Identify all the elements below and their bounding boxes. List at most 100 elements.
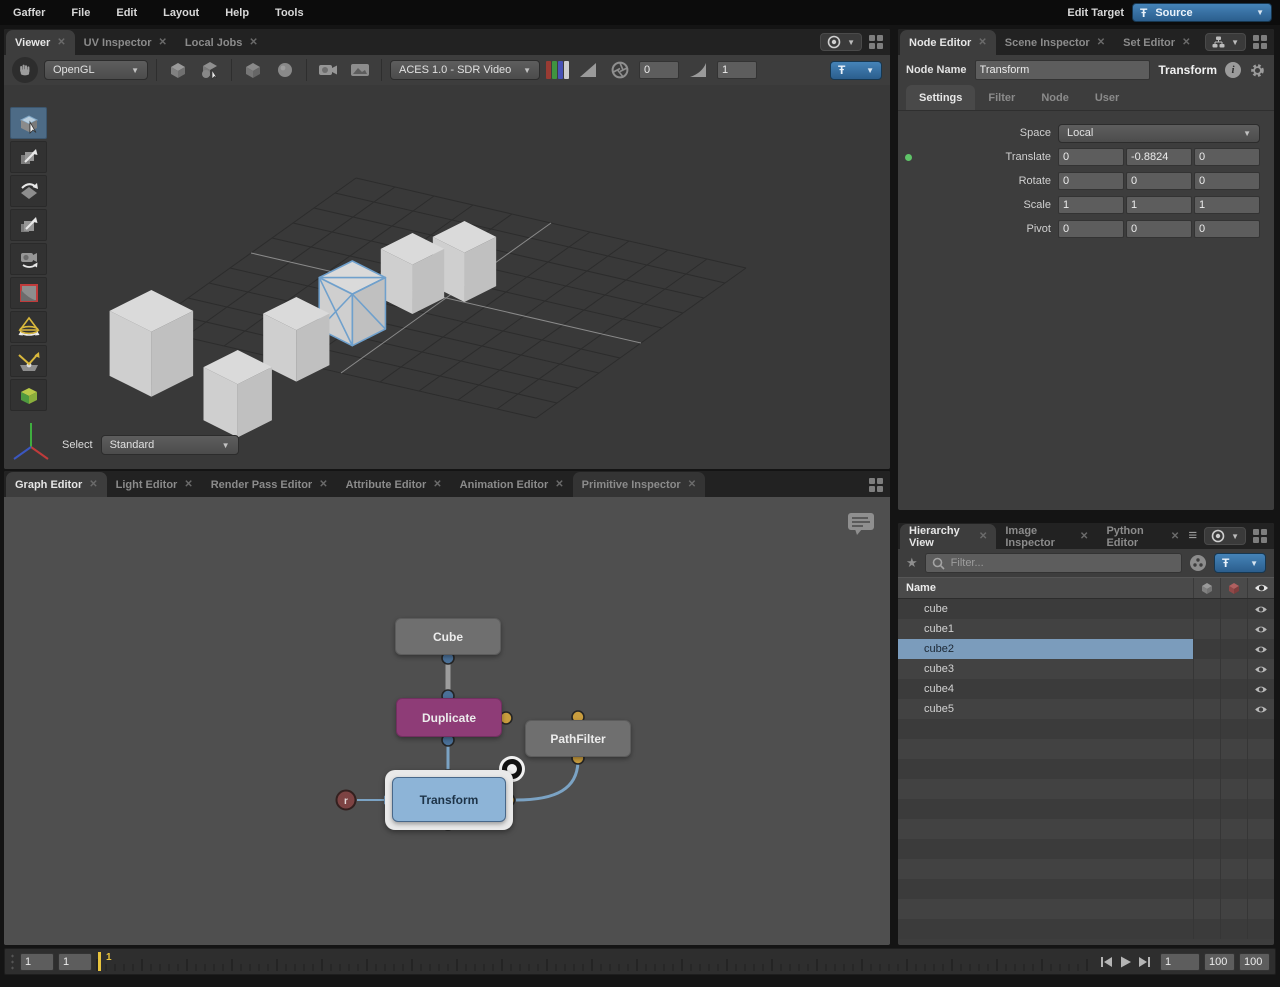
node-duplicate[interactable]: Duplicate — [396, 698, 502, 737]
exposure-icon[interactable] — [575, 58, 601, 82]
rotate-x-input[interactable] — [1058, 172, 1124, 190]
drawing-mode-wireframe-button[interactable] — [197, 58, 223, 82]
close-icon[interactable]: ✕ — [89, 479, 97, 490]
close-icon[interactable]: ✕ — [184, 479, 192, 490]
scale-y-input[interactable] — [1126, 196, 1192, 214]
table-row[interactable]: cube4 — [898, 679, 1274, 699]
menu-file[interactable]: File — [58, 7, 103, 19]
drawing-mode-solid-button[interactable] — [165, 58, 191, 82]
set-membership-icon[interactable] — [1189, 554, 1207, 572]
layout-grid-icon[interactable] — [869, 478, 884, 493]
close-icon[interactable]: ✕ — [249, 37, 257, 48]
cube-mesh[interactable] — [204, 350, 272, 437]
subtab-user[interactable]: User — [1082, 85, 1132, 110]
close-icon[interactable]: ✕ — [319, 479, 327, 490]
crop-window-tool-button[interactable] — [10, 277, 47, 309]
layout-grid-icon[interactable] — [1253, 35, 1268, 50]
menu-tools[interactable]: Tools — [262, 7, 317, 19]
scale-z-input[interactable] — [1194, 196, 1260, 214]
cube-mesh[interactable] — [381, 233, 444, 314]
display-transform-dropdown[interactable]: ACES 1.0 - SDR Video ▼ — [390, 60, 540, 80]
shading-mode-button[interactable] — [240, 58, 266, 82]
node-pathfilter[interactable]: PathFilter — [525, 720, 631, 757]
tab-set-editor[interactable]: Set Editor✕ — [1114, 30, 1199, 55]
tab-animation-editor[interactable]: Animation Editor✕ — [451, 472, 573, 497]
name-column-header[interactable]: Name — [898, 582, 1193, 594]
subtab-settings[interactable]: Settings — [906, 85, 975, 110]
tab-viewer[interactable]: Viewer ✕ — [6, 30, 75, 55]
channels-icon[interactable] — [546, 61, 569, 79]
visibility-toggle[interactable] — [1247, 639, 1274, 659]
table-row[interactable]: cube1 — [898, 619, 1274, 639]
tab-uv-inspector[interactable]: UV Inspector ✕ — [75, 30, 176, 55]
select-mode-dropdown[interactable]: Standard ▼ — [101, 435, 239, 455]
visibility-toggle[interactable] — [1247, 659, 1274, 679]
camera-tool-button[interactable] — [10, 243, 47, 275]
layout-grid-icon[interactable] — [1253, 529, 1268, 544]
close-icon[interactable]: ✕ — [979, 531, 987, 542]
gear-icon[interactable] — [1249, 62, 1266, 79]
renderer-dropdown[interactable]: OpenGL ▼ — [44, 60, 148, 80]
table-row[interactable]: cube5 — [898, 699, 1274, 719]
hierarchy-focus-menu-button[interactable]: ▼ — [1204, 527, 1246, 545]
camera-drag-button[interactable] — [12, 57, 38, 83]
menu-edit[interactable]: Edit — [103, 7, 150, 19]
viewer-pin-dropdown[interactable]: Ŧ ▼ — [830, 61, 882, 80]
edge-pathfilter-transform[interactable] — [516, 760, 578, 800]
gamma-icon[interactable] — [685, 58, 711, 82]
gamma-input[interactable] — [717, 61, 757, 79]
close-icon[interactable]: ✕ — [159, 37, 167, 48]
visibility-toggle[interactable] — [1247, 679, 1274, 699]
filter-input[interactable] — [951, 557, 1175, 569]
tab-hierarchy-view[interactable]: Hierarchy View✕ — [900, 524, 996, 549]
viewer-focus-menu-button[interactable]: ▼ — [820, 33, 862, 51]
light-position-tool-button[interactable] — [10, 345, 47, 377]
visibility-toggle[interactable] — [1247, 599, 1274, 619]
close-icon[interactable]: ✕ — [1171, 531, 1179, 542]
visibility-column-header[interactable] — [1247, 578, 1274, 598]
subtab-filter[interactable]: Filter — [975, 85, 1028, 110]
close-icon[interactable]: ✕ — [1097, 37, 1105, 48]
skip-to-end-icon[interactable] — [1137, 955, 1152, 969]
inclusions-column-header[interactable] — [1193, 578, 1220, 598]
light-tool-button[interactable] — [10, 311, 47, 343]
menu-help[interactable]: Help — [212, 7, 262, 19]
close-icon[interactable]: ✕ — [433, 479, 441, 490]
table-row-selected[interactable]: cube2 — [898, 639, 1274, 659]
visibility-toggle[interactable] — [1247, 699, 1274, 719]
translate-tool-button[interactable] — [10, 141, 47, 173]
close-icon[interactable]: ✕ — [57, 37, 65, 48]
node-editor-mode-button[interactable]: ▼ — [1205, 33, 1246, 51]
close-icon[interactable]: ✕ — [1080, 531, 1088, 542]
playback-end-input[interactable] — [1204, 953, 1235, 971]
rotate-y-input[interactable] — [1126, 172, 1192, 190]
rotate-tool-button[interactable] — [10, 175, 47, 207]
tab-render-pass-editor[interactable]: Render Pass Editor✕ — [202, 472, 337, 497]
node-name-input[interactable] — [975, 60, 1151, 80]
exclusions-column-header[interactable] — [1220, 578, 1247, 598]
translate-y-input[interactable] — [1126, 148, 1192, 166]
cube-mesh[interactable] — [263, 297, 329, 382]
table-row[interactable]: cube — [898, 599, 1274, 619]
tab-python-editor[interactable]: Python Editor✕ — [1097, 524, 1188, 549]
aux-node-r[interactable]: r — [337, 791, 356, 810]
close-icon[interactable]: ✕ — [688, 479, 696, 490]
tab-local-jobs[interactable]: Local Jobs ✕ — [176, 30, 267, 55]
timeline-ruler[interactable]: 1 — [96, 949, 1091, 974]
close-icon[interactable]: ✕ — [555, 479, 563, 490]
uv-inspect-tool-button[interactable] — [10, 379, 47, 411]
info-icon[interactable]: i — [1225, 62, 1241, 78]
tab-scene-inspector[interactable]: Scene Inspector✕ — [996, 30, 1114, 55]
menu-layout[interactable]: Layout — [150, 7, 212, 19]
node-graph-canvas[interactable]: r Cube Duplicate PathFilter Tran — [4, 497, 890, 945]
filter-box[interactable] — [925, 553, 1182, 573]
tab-light-editor[interactable]: Light Editor✕ — [107, 472, 202, 497]
close-icon[interactable]: ✕ — [978, 37, 986, 48]
tab-graph-editor[interactable]: Graph Editor✕ — [6, 472, 107, 497]
translate-x-input[interactable] — [1058, 148, 1124, 166]
view-settings-button[interactable] — [347, 58, 373, 82]
pivot-y-input[interactable] — [1126, 220, 1192, 238]
tab-primitive-inspector[interactable]: Primitive Inspector✕ — [573, 472, 705, 497]
cube-mesh[interactable] — [110, 290, 194, 397]
scale-tool-button[interactable] — [10, 209, 47, 241]
